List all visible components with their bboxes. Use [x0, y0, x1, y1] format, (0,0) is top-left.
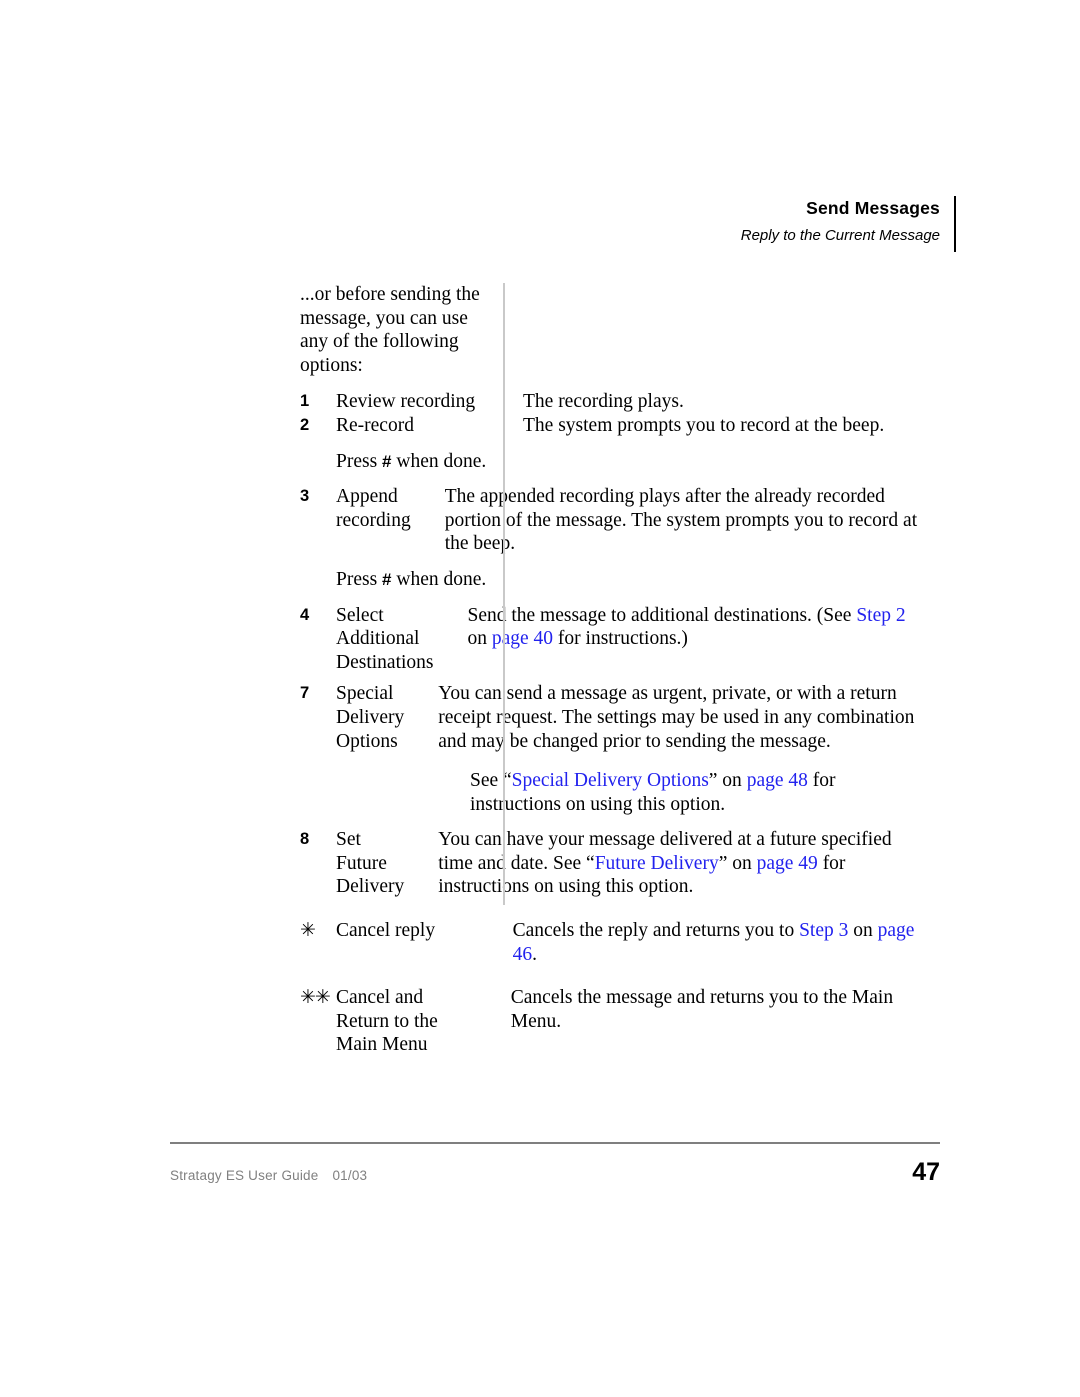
desc-text: ” on — [718, 852, 757, 874]
desc-text: See “ — [469, 770, 512, 792]
desc-text: Cancels the reply and returns you to — [512, 920, 800, 942]
option-key-cell: 4 Select Additional Destinations — [300, 604, 447, 675]
intro-paragraph: ...or before sending the message, you ca… — [300, 284, 480, 376]
column-divider — [503, 283, 505, 905]
option-key: 1 — [300, 392, 310, 411]
note-suffix: when done. — [391, 568, 487, 590]
desc-text: . — [532, 943, 537, 965]
footer-guide-info: Stratagy ES User Guide 01/03 — [170, 1168, 367, 1183]
option-key: 2 — [300, 415, 310, 434]
option-key: 4 — [300, 605, 310, 624]
option-key-cell: 8 Set Future Delivery — [300, 828, 418, 899]
table-row: 7 Special Delivery Options You can send … — [300, 682, 920, 753]
page-reference-link[interactable]: page 48 — [747, 770, 808, 791]
cross-reference-link[interactable]: Future Delivery — [595, 853, 719, 874]
option-label: Re-record — [336, 414, 414, 436]
page-header: Send Messages Reply to the Current Messa… — [170, 196, 956, 252]
page-reference-link[interactable]: page 40 — [492, 628, 553, 649]
hash-key-icon: # — [382, 451, 392, 471]
desc-text: ” on — [708, 770, 747, 792]
table-row: 8 Set Future Delivery You can have your … — [300, 828, 920, 899]
note-suffix: when done. — [391, 450, 487, 472]
page-footer: Stratagy ES User Guide 01/03 47 — [170, 1158, 940, 1187]
option-key-cell: 7 Special Delivery Options — [300, 682, 418, 753]
table-row: ✳ Cancel reply Cancels the reply and ret… — [300, 919, 920, 966]
cross-reference-link[interactable]: Special Delivery Options — [512, 770, 709, 791]
options-list: 1 Review recording The recording plays. … — [300, 390, 920, 1057]
table-row: 4 Select Additional Destinations Send th… — [300, 604, 920, 675]
footer-guide-name: Stratagy ES User Guide — [170, 1168, 319, 1183]
desc-text: on — [467, 628, 492, 650]
option-description: Send the message to additional destinati… — [447, 604, 920, 651]
footer-date: 01/03 — [332, 1168, 368, 1183]
option-label: Cancel reply — [336, 920, 436, 942]
option-description: The recording plays. — [523, 391, 684, 413]
option-label: Set Future Delivery — [336, 829, 405, 898]
option-description: The appended recording plays after the a… — [444, 486, 918, 555]
header-vertical-rule — [954, 196, 956, 252]
table-row-note: Press # when done. — [300, 568, 920, 592]
cross-reference-link[interactable]: Step 3 — [799, 920, 848, 941]
cross-reference-link[interactable]: Step 2 — [856, 605, 905, 626]
option-key: 7 — [300, 684, 310, 703]
table-row: 3 Append recording The appended recordin… — [300, 485, 920, 556]
table-row: 1 Review recording The recording plays. — [300, 390, 920, 414]
option-label: Append recording — [336, 486, 411, 531]
document-page: Send Messages Reply to the Current Messa… — [0, 0, 1080, 1397]
desc-text: Send the message to additional destinati… — [467, 604, 857, 626]
desc-text: on — [848, 920, 878, 942]
hash-key-icon: # — [382, 569, 392, 589]
option-key: 3 — [300, 487, 310, 506]
option-key: 8 — [300, 830, 310, 849]
note-prefix: Press — [336, 568, 383, 590]
option-note: Press # when done. — [300, 568, 503, 592]
page-number: 47 — [912, 1158, 940, 1186]
option-key-cell: 2 Re-record — [300, 414, 503, 438]
table-row-note: See “Special Delivery Options” on page 4… — [300, 769, 920, 816]
option-label: Select Additional Destinations — [336, 604, 434, 673]
header-title: Send Messages — [806, 198, 940, 218]
option-description-secondary: See “Special Delivery Options” on page 4… — [450, 769, 920, 816]
header-subtitle: Reply to the Current Message — [740, 227, 940, 244]
option-key-cell: 3 Append recording — [300, 485, 425, 532]
option-description: Cancels the message and returns you to t… — [510, 987, 894, 1032]
option-label: Cancel and Return to the Main Menu — [336, 987, 438, 1056]
option-key-asterisk: ✳ — [300, 920, 316, 942]
table-row: ✳✳ Cancel and Return to the Main Menu Ca… — [300, 986, 920, 1057]
option-key-cell: ✳✳ Cancel and Return to the Main Menu — [300, 986, 491, 1057]
content-area: ...or before sending the message, you ca… — [300, 283, 920, 1057]
option-key-cell: 1 Review recording — [300, 390, 503, 414]
desc-text: for instructions.) — [553, 628, 688, 650]
footer-divider — [170, 1142, 940, 1144]
table-row: 2 Re-record The system prompts you to re… — [300, 414, 920, 438]
page-reference-link[interactable]: page 49 — [757, 853, 818, 874]
option-description: The system prompts you to record at the … — [523, 414, 885, 436]
option-description: Cancels the reply and returns you to Ste… — [493, 919, 920, 966]
option-label: Special Delivery Options — [336, 683, 405, 752]
option-description: You can send a message as urgent, privat… — [438, 683, 915, 752]
option-note: Press # when done. — [300, 450, 503, 474]
option-label: Review recording — [336, 391, 476, 413]
option-description: You can have your message delivered at a… — [418, 828, 920, 899]
table-row-note: Press # when done. — [300, 450, 920, 474]
note-prefix: Press — [336, 450, 383, 472]
option-key-cell: ✳ Cancel reply — [300, 919, 493, 943]
option-key-double-asterisk: ✳✳ — [300, 987, 331, 1009]
